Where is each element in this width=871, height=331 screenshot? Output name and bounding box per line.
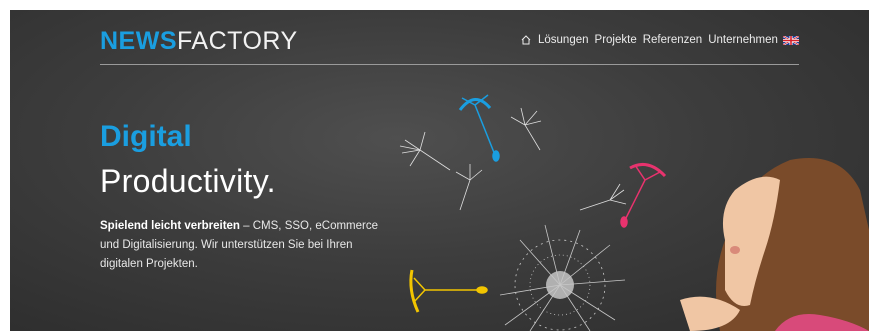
pink-seed — [620, 162, 667, 228]
hero-lead-text: Spielend leicht verbreiten – CMS, SSO, e… — [100, 217, 390, 274]
girl-figure — [680, 158, 869, 331]
home-icon[interactable] — [520, 34, 532, 46]
hero-headline-accent: Digital — [100, 120, 192, 153]
nav-item-referenzen[interactable]: Referenzen — [643, 34, 702, 46]
nav-item-unternehmen[interactable]: Unternehmen — [708, 34, 778, 46]
uk-flag-icon[interactable] — [783, 36, 799, 45]
logo-factory-text: FACTORY — [177, 27, 298, 55]
hero-banner: NEWSFACTORY Lösungen Projekte Referenzen… — [10, 10, 869, 331]
nav-item-loesungen[interactable]: Lösungen — [538, 34, 589, 46]
blue-seed — [458, 94, 500, 162]
hero-headline-main: Productivity. — [100, 163, 276, 199]
hero-lead-bold: Spielend leicht verbreiten — [100, 220, 240, 232]
white-seeds — [399, 107, 627, 211]
logo-news-text: NEWS — [100, 27, 177, 55]
newsfactory-logo[interactable]: NEWSFACTORY — [100, 26, 298, 56]
nav-item-projekte[interactable]: Projekte — [595, 34, 637, 46]
dandelion-head — [499, 224, 626, 331]
header-divider — [100, 64, 799, 65]
page-frame: NEWSFACTORY Lösungen Projekte Referenzen… — [0, 0, 871, 331]
yellow-seed — [409, 269, 488, 313]
dandelion-girl-illustration — [399, 94, 869, 331]
main-navigation: Lösungen Projekte Referenzen Unternehmen — [520, 34, 778, 46]
